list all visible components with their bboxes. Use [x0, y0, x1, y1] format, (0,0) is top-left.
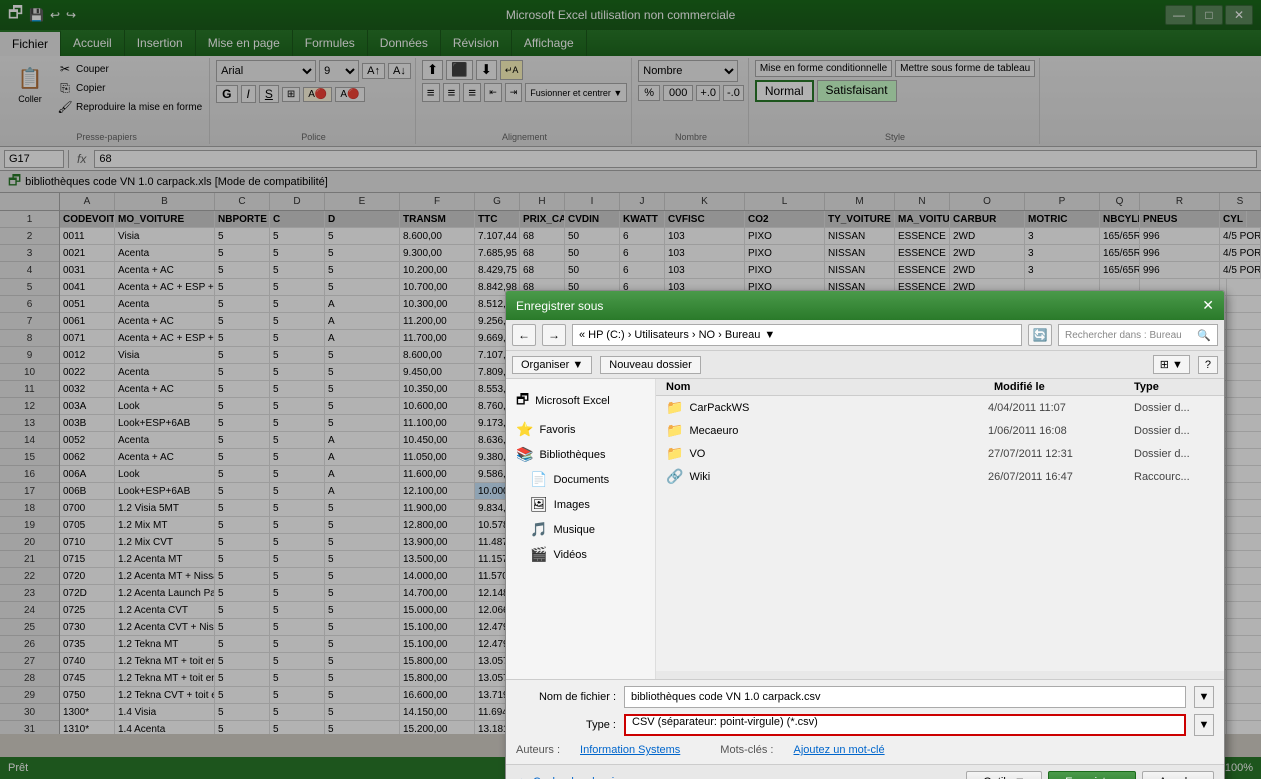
authors-label: Auteurs : — [516, 744, 560, 756]
file-item-type: Raccourc... — [1134, 471, 1214, 483]
col-header-type: Type — [1134, 381, 1214, 393]
music-icon: 🎵 — [530, 521, 547, 538]
search-placeholder: Rechercher dans : Bureau — [1065, 330, 1182, 341]
excel-icon: 🗗 — [516, 389, 529, 413]
dialog-toolbar: ← → « HP (C:) › Utilisateurs › NO › Bure… — [506, 320, 1224, 351]
col-header-date: Modifié le — [994, 381, 1134, 393]
footer-buttons: Outils ▼ Enregistrer Annuler — [966, 771, 1214, 779]
sidebar-label-favoris: Favoris — [539, 424, 575, 436]
search-icon: 🔍 — [1197, 329, 1211, 342]
file-list-item[interactable]: 📁 Mecaeuro 1/06/2011 16:08 Dossier d... — [656, 419, 1224, 442]
file-item-icon: 📁 — [666, 445, 683, 462]
filename-label: Nom de fichier : — [516, 691, 616, 703]
new-folder-button[interactable]: Nouveau dossier — [600, 356, 701, 374]
file-item-icon: 📁 — [666, 399, 683, 416]
images-icon: 🖼 — [530, 496, 548, 513]
sidebar-item-favoris[interactable]: ⭐ Favoris — [506, 417, 655, 442]
dialog-title-text: Enregistrer sous — [516, 299, 603, 313]
dialog-close-button[interactable]: ✕ — [1202, 297, 1214, 314]
file-item-name: CarPackWS — [689, 402, 982, 414]
path-breadcrumb[interactable]: « HP (C:) › Utilisateurs › NO › Bureau ▼ — [572, 324, 1022, 346]
file-list-area: 📁 CarPackWS 4/04/2011 11:07 Dossier d...… — [656, 396, 1224, 671]
tools-button[interactable]: Outils ▼ — [966, 771, 1042, 779]
dialog-body: 🗗 Microsoft Excel ⭐ Favoris 📚 Bibliothèq… — [506, 379, 1224, 679]
videos-icon: 🎬 — [530, 546, 547, 563]
filename-field-row: Nom de fichier : ▼ — [516, 686, 1214, 708]
file-list-header: Nom Modifié le Type — [656, 379, 1224, 396]
path-chevron: ▼ — [764, 329, 775, 341]
file-item-icon: 🔗 — [666, 468, 683, 485]
sidebar-label-documents: Documents — [553, 474, 609, 486]
star-icon: ⭐ — [516, 421, 533, 438]
refresh-button[interactable]: 🔄 — [1028, 324, 1052, 346]
file-item-date: 1/06/2011 16:08 — [988, 425, 1128, 437]
meta-row: Auteurs : Information Systems Mots-clés … — [516, 742, 1214, 758]
sidebar-label-excel: Microsoft Excel — [535, 395, 610, 407]
save-button[interactable]: Enregistrer — [1048, 771, 1136, 779]
dialog-fields: Nom de fichier : ▼ Type : CSV (séparateu… — [506, 679, 1224, 764]
cancel-button[interactable]: Annuler — [1142, 771, 1214, 779]
type-dropdown-button[interactable]: ▼ — [1194, 714, 1214, 736]
sidebar-label-libraries: Bibliothèques — [539, 449, 605, 461]
file-item-type: Dossier d... — [1134, 448, 1214, 460]
file-item-name: VO — [689, 448, 982, 460]
search-box[interactable]: Rechercher dans : Bureau 🔍 — [1058, 324, 1218, 346]
help-button[interactable]: ? — [1198, 356, 1218, 374]
type-field-row: Type : CSV (séparateur: point-virgule) (… — [516, 714, 1214, 736]
sidebar-item-images[interactable]: 🖼 Images — [506, 492, 655, 517]
back-button[interactable]: ← — [512, 324, 536, 346]
file-list-scrollbar[interactable] — [656, 671, 1224, 679]
dialog-title-bar: Enregistrer sous ✕ — [506, 291, 1224, 320]
dialog-action-bar: Organiser ▼ Nouveau dossier ⊞ ▼ ? — [506, 351, 1224, 379]
file-item-date: 27/07/2011 12:31 — [988, 448, 1128, 460]
file-item-icon: 📁 — [666, 422, 683, 439]
sidebar-item-libraries[interactable]: 📚 Bibliothèques — [506, 442, 655, 467]
file-item-name: Mecaeuro — [689, 425, 982, 437]
filename-input[interactable] — [624, 686, 1186, 708]
keywords-link[interactable]: Ajoutez un mot-clé — [793, 744, 884, 756]
dialog-main-area: Nom Modifié le Type 📁 CarPackWS 4/04/201… — [656, 379, 1224, 679]
keywords-label: Mots-clés : — [720, 744, 773, 756]
file-list-item[interactable]: 📁 VO 27/07/2011 12:31 Dossier d... — [656, 442, 1224, 465]
dialog-footer: ▲ Cacher les dossiers Outils ▼ Enregistr… — [506, 764, 1224, 779]
doc-icon: 📄 — [530, 471, 547, 488]
path-text: « HP (C:) › Utilisateurs › NO › Bureau — [579, 329, 760, 341]
sidebar-label-videos: Vidéos — [553, 549, 586, 561]
type-value: CSV (séparateur: point-virgule) (*.csv) — [632, 716, 818, 728]
sidebar-item-documents[interactable]: 📄 Documents — [506, 467, 655, 492]
file-item-type: Dossier d... — [1134, 425, 1214, 437]
sidebar-label-images: Images — [554, 499, 590, 511]
organize-button[interactable]: Organiser ▼ — [512, 356, 592, 374]
file-item-date: 4/04/2011 11:07 — [988, 402, 1128, 414]
filename-dropdown-button[interactable]: ▼ — [1194, 686, 1214, 708]
sidebar-item-videos[interactable]: 🎬 Vidéos — [506, 542, 655, 567]
file-item-date: 26/07/2011 16:47 — [988, 471, 1128, 483]
save-as-dialog: Enregistrer sous ✕ ← → « HP (C:) › Utili… — [505, 290, 1225, 779]
file-list-item[interactable]: 🔗 Wiki 26/07/2011 16:47 Raccourc... — [656, 465, 1224, 488]
library-icon: 📚 — [516, 446, 533, 463]
sidebar-item-music[interactable]: 🎵 Musique — [506, 517, 655, 542]
authors-value[interactable]: Information Systems — [580, 744, 680, 756]
type-select[interactable]: CSV (séparateur: point-virgule) (*.csv) — [624, 714, 1186, 736]
sidebar-item-excel[interactable]: 🗗 Microsoft Excel — [506, 385, 655, 417]
file-item-name: Wiki — [689, 471, 982, 483]
view-button[interactable]: ⊞ ▼ — [1153, 355, 1190, 374]
dialog-sidebar: 🗗 Microsoft Excel ⭐ Favoris 📚 Bibliothèq… — [506, 379, 656, 679]
file-list-item[interactable]: 📁 CarPackWS 4/04/2011 11:07 Dossier d... — [656, 396, 1224, 419]
type-label: Type : — [516, 719, 616, 731]
forward-button[interactable]: → — [542, 324, 566, 346]
col-header-name: Nom — [666, 381, 994, 393]
sidebar-label-music: Musique — [553, 524, 595, 536]
file-item-type: Dossier d... — [1134, 402, 1214, 414]
